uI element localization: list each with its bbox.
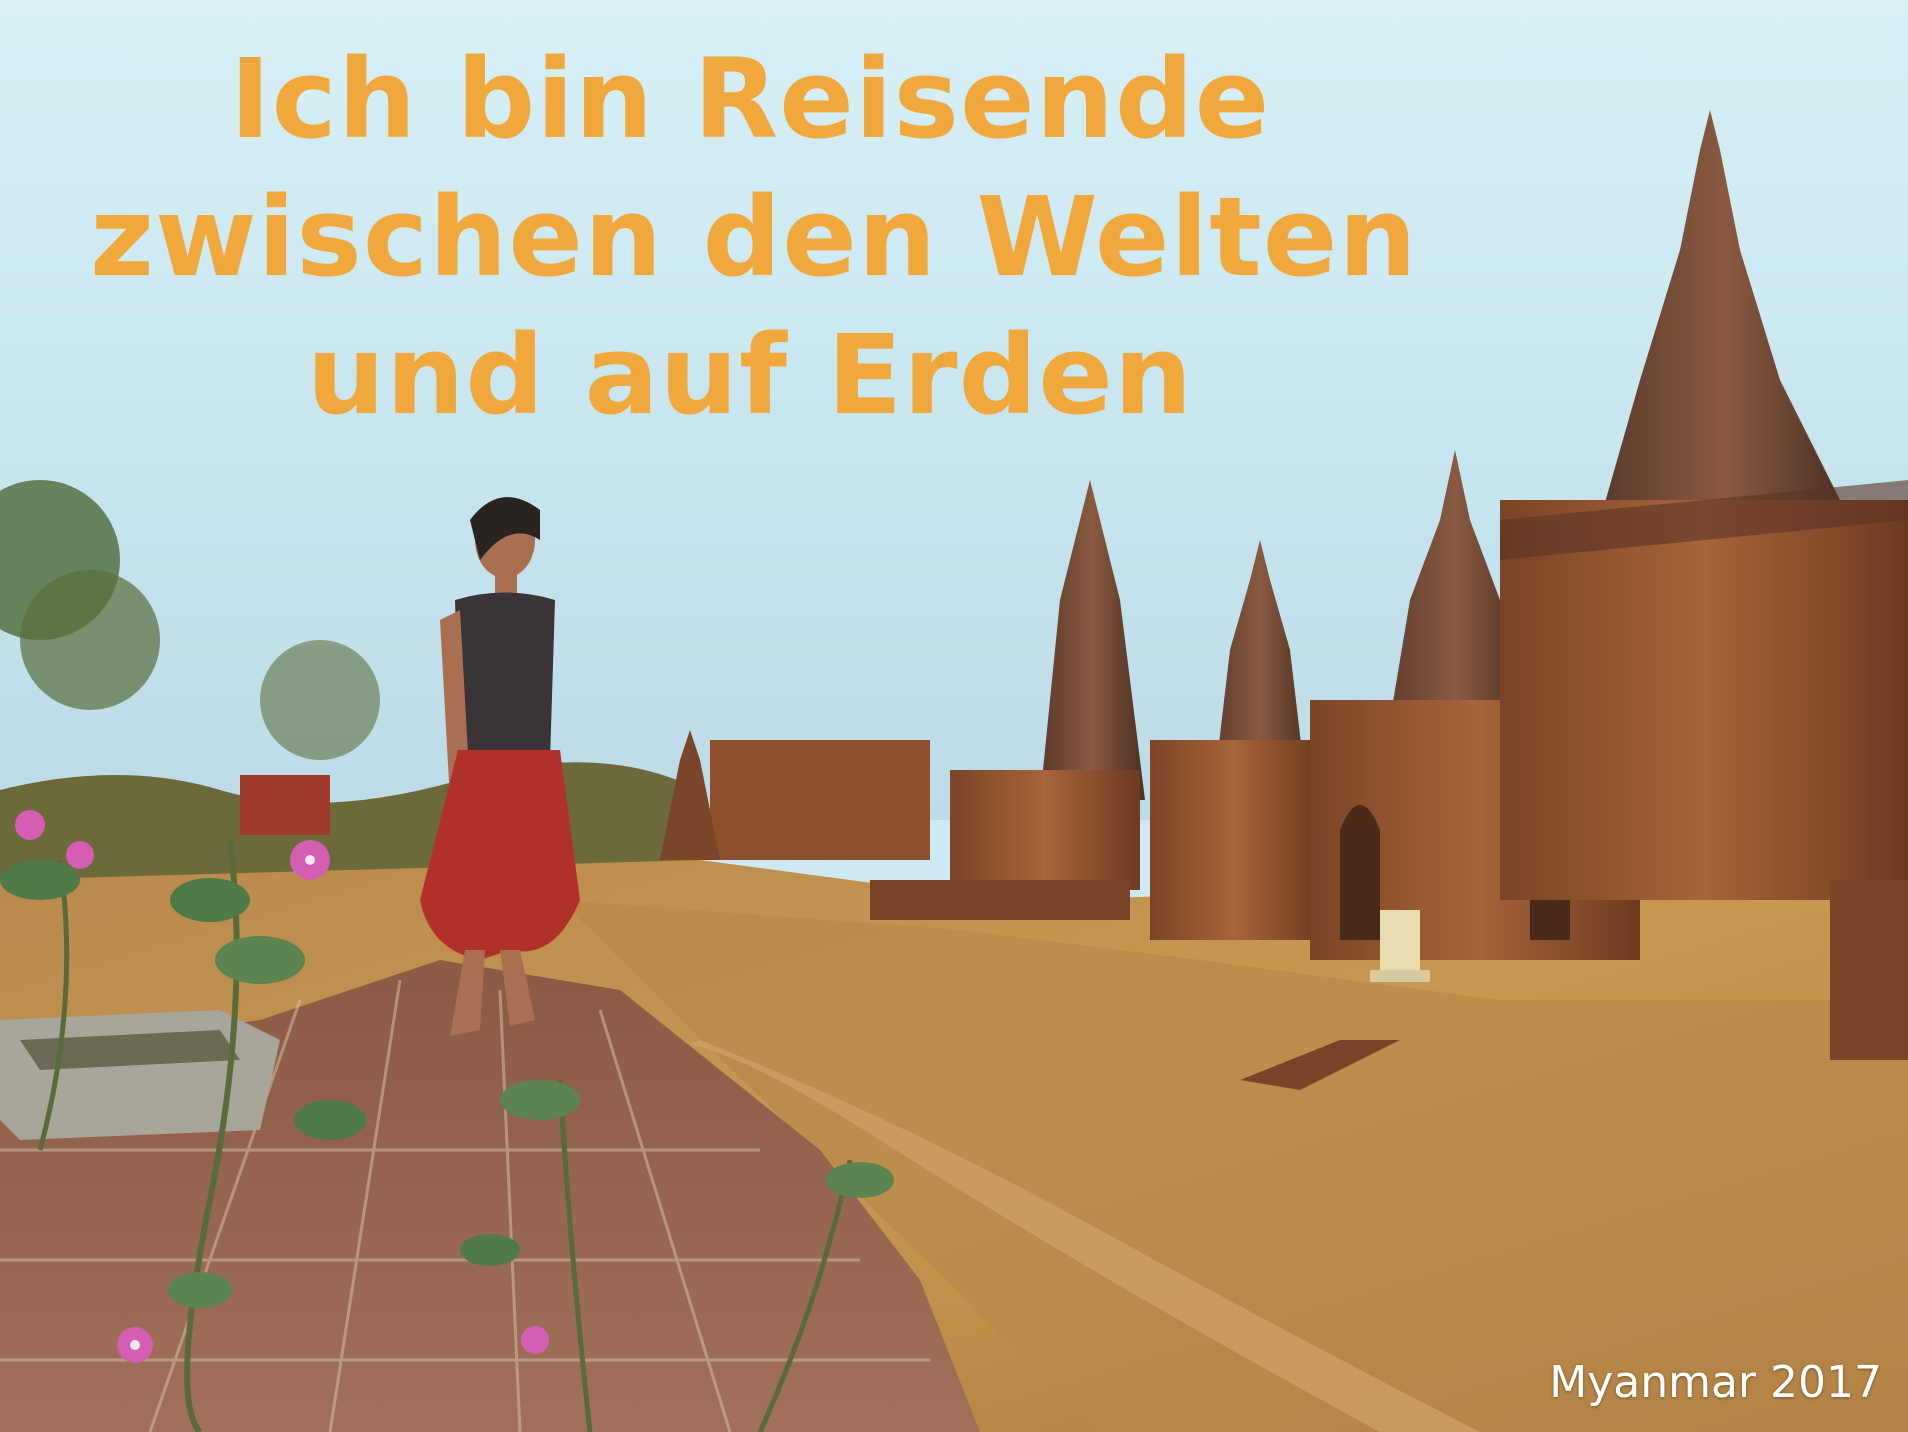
white-shrine — [1380, 910, 1420, 970]
headline-line: zwischen den Welten — [90, 173, 1418, 301]
tree — [260, 640, 380, 760]
concrete-planter — [0, 1010, 280, 1140]
headline-line: und auf Erden — [306, 311, 1194, 439]
far-ruin — [710, 740, 930, 860]
tree — [20, 570, 160, 710]
headline: Ich bin Reisende zwischen den Welten und… — [90, 30, 1418, 444]
photo-scene: Ich bin Reisende zwischen den Welten und… — [0, 0, 1908, 1432]
location-year-caption: Myanmar 2017 — [1549, 1357, 1882, 1408]
headline-line: Ich bin Reisende — [229, 35, 1271, 163]
red-wall — [240, 775, 330, 835]
